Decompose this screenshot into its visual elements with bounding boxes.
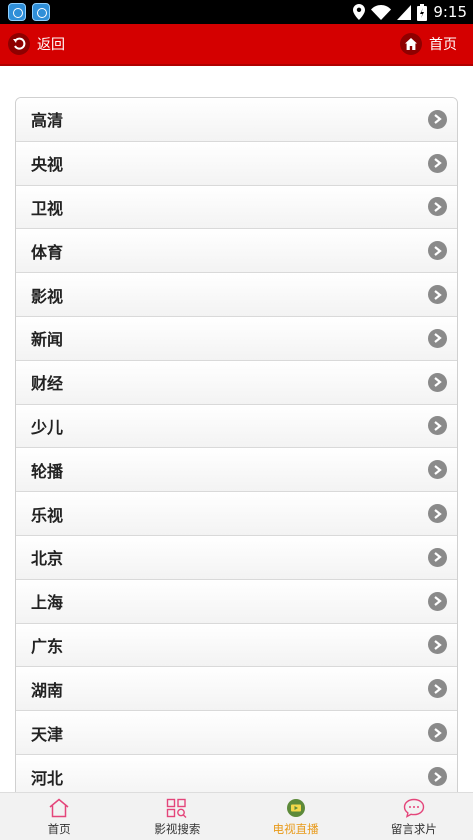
channel-label: 央视 bbox=[31, 155, 64, 175]
nav-home[interactable]: 首页 bbox=[0, 793, 118, 840]
nav-search[interactable]: 影视搜索 bbox=[118, 793, 236, 840]
chevron-right-icon bbox=[428, 197, 447, 217]
back-label: 返回 bbox=[37, 37, 65, 53]
channel-row[interactable]: 轮播 bbox=[16, 448, 457, 493]
channel-row[interactable]: 天津 bbox=[16, 711, 457, 755]
chat-bubble-icon bbox=[403, 798, 425, 818]
chevron-right-icon bbox=[428, 723, 447, 743]
channel-label: 轮播 bbox=[31, 461, 64, 481]
channel-row[interactable]: 财经 bbox=[16, 360, 457, 405]
app-icon bbox=[32, 3, 50, 21]
location-icon bbox=[353, 4, 366, 20]
channel-row[interactable]: 湖南 bbox=[16, 667, 457, 712]
chevron-right-icon bbox=[428, 153, 447, 173]
channel-label: 广东 bbox=[31, 636, 64, 656]
home-icon bbox=[49, 798, 69, 818]
channel-label: 湖南 bbox=[31, 680, 64, 700]
back-arrow-icon bbox=[8, 33, 30, 55]
nav-label: 影视搜索 bbox=[154, 822, 201, 836]
channel-label: 天津 bbox=[31, 724, 64, 744]
channel-row[interactable]: 高清 bbox=[16, 98, 457, 142]
bottom-nav: 首页 影视搜索 电视直播 留言求片 bbox=[0, 792, 473, 840]
home-icon bbox=[400, 33, 422, 55]
app-header: 返回 首页 bbox=[0, 24, 473, 66]
channel-label: 上海 bbox=[31, 593, 64, 613]
wifi-icon bbox=[371, 4, 392, 20]
channel-label: 乐视 bbox=[31, 505, 64, 525]
chevron-right-icon bbox=[428, 679, 447, 699]
channel-row[interactable]: 广东 bbox=[16, 623, 457, 668]
battery-icon bbox=[417, 3, 428, 21]
channel-label: 财经 bbox=[31, 374, 64, 394]
channel-row[interactable]: 卫视 bbox=[16, 185, 457, 230]
channel-label: 体育 bbox=[31, 242, 64, 262]
chevron-right-icon bbox=[428, 241, 447, 261]
chevron-right-icon bbox=[428, 767, 447, 787]
channel-row[interactable]: 影视 bbox=[16, 273, 457, 317]
channel-row[interactable]: 体育 bbox=[16, 229, 457, 274]
chevron-right-icon bbox=[428, 635, 447, 655]
channel-row[interactable]: 乐视 bbox=[16, 492, 457, 536]
channel-label: 少儿 bbox=[31, 417, 64, 437]
home-label: 首页 bbox=[429, 37, 457, 53]
chevron-right-icon bbox=[428, 109, 447, 129]
grid-search-icon bbox=[167, 798, 187, 818]
clock: 9:15 bbox=[433, 3, 467, 21]
channel-label: 河北 bbox=[31, 768, 64, 788]
channel-row[interactable]: 新闻 bbox=[16, 316, 457, 361]
chevron-right-icon bbox=[428, 460, 447, 480]
channel-row[interactable]: 北京 bbox=[16, 535, 457, 580]
channel-label: 北京 bbox=[31, 549, 64, 569]
chevron-right-icon bbox=[428, 328, 447, 348]
tv-play-icon bbox=[286, 799, 305, 817]
nav-label: 首页 bbox=[47, 822, 71, 836]
channel-label: 新闻 bbox=[31, 330, 64, 350]
status-bar: 9:15 bbox=[0, 0, 473, 24]
nav-label: 电视直播 bbox=[272, 822, 319, 836]
signal-icon bbox=[397, 4, 412, 20]
chevron-right-icon bbox=[428, 591, 447, 611]
home-button[interactable]: 首页 bbox=[396, 29, 467, 59]
chevron-right-icon bbox=[428, 372, 447, 392]
channel-label: 高清 bbox=[31, 111, 64, 131]
chevron-right-icon bbox=[428, 547, 447, 567]
nav-live-tv[interactable]: 电视直播 bbox=[237, 793, 355, 840]
chevron-right-icon bbox=[428, 504, 447, 524]
chevron-right-icon bbox=[428, 416, 447, 436]
channel-label: 影视 bbox=[31, 286, 64, 306]
channel-label: 卫视 bbox=[31, 198, 64, 218]
back-button[interactable]: 返回 bbox=[4, 29, 75, 59]
nav-label: 留言求片 bbox=[390, 822, 437, 836]
channel-row[interactable]: 少儿 bbox=[16, 404, 457, 449]
app-icon bbox=[8, 3, 26, 21]
channel-list: 高清 央视 卫视 体育 影视 新闻 财经 少儿 轮播 乐视 北京 上海 广东 湖… bbox=[15, 97, 458, 800]
channel-row[interactable]: 央视 bbox=[16, 141, 457, 186]
chevron-right-icon bbox=[428, 285, 447, 305]
nav-request[interactable]: 留言求片 bbox=[355, 793, 473, 840]
channel-row[interactable]: 上海 bbox=[16, 579, 457, 624]
